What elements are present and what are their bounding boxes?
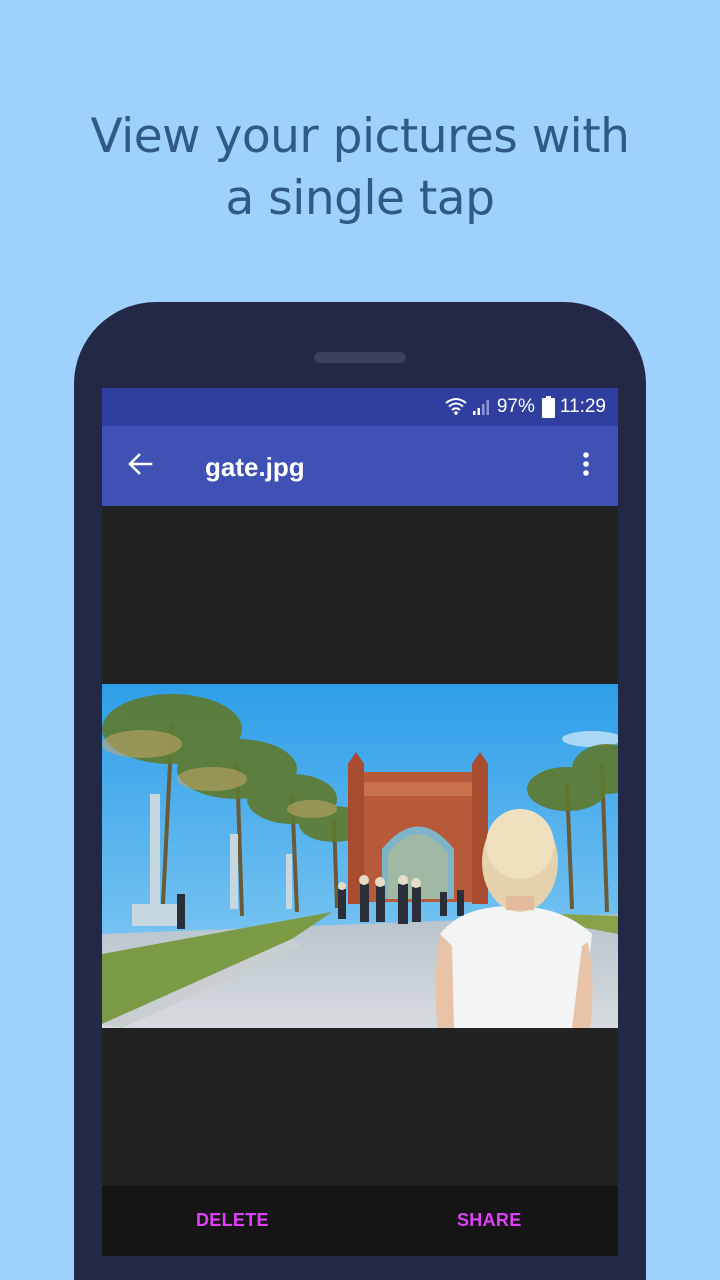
status-clock: 11:29 bbox=[559, 396, 606, 417]
more-vert-icon bbox=[582, 451, 590, 482]
share-button[interactable]: SHARE bbox=[457, 1210, 522, 1231]
photo[interactable] bbox=[102, 684, 618, 1028]
promo-headline-line1: View your pictures with bbox=[90, 109, 630, 164]
app-bar: gate.jpg bbox=[102, 426, 618, 506]
arrow-back-icon bbox=[127, 451, 153, 482]
phone-speaker bbox=[314, 352, 406, 363]
bottom-action-bar: DELETE SHARE bbox=[102, 1186, 618, 1256]
battery-icon bbox=[541, 396, 555, 418]
promo-page: View your pictures with a single tap 97%… bbox=[0, 0, 720, 1280]
phone-mockup: 97% 11:29 gate.jpg DELETE SHARE bbox=[74, 302, 646, 1280]
back-button[interactable] bbox=[122, 448, 158, 484]
status-bar: 97% 11:29 bbox=[102, 388, 618, 426]
phone-screen: 97% 11:29 gate.jpg DELETE SHARE bbox=[102, 388, 618, 1256]
promo-headline: View your pictures with a single tap bbox=[0, 106, 720, 230]
promo-headline-line2: a single tap bbox=[225, 171, 495, 226]
signal-icon bbox=[472, 398, 492, 416]
image-viewer[interactable] bbox=[102, 506, 618, 1186]
battery-percent: 97% bbox=[496, 396, 535, 417]
overflow-menu-button[interactable] bbox=[568, 448, 604, 484]
wifi-icon bbox=[445, 397, 467, 417]
file-title: gate.jpg bbox=[205, 452, 305, 482]
delete-button[interactable]: DELETE bbox=[196, 1210, 269, 1231]
